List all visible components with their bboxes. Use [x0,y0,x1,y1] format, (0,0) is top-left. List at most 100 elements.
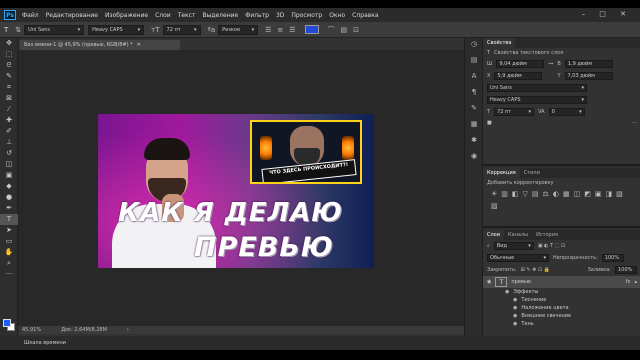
hand-tool-icon[interactable]: ✋ [0,247,18,258]
brush-panel-icon[interactable]: ✎ [465,102,483,114]
antialias-select[interactable]: Резкое ▾ [218,24,259,35]
font-size-select[interactable]: 72 пт ▾ [162,24,201,35]
libraries-panel-icon[interactable]: ◉ [465,150,483,162]
chevron-right-icon[interactable]: › [127,327,129,333]
eye-icon[interactable]: ◉ [513,297,517,303]
color-balance-icon[interactable]: ⚖ [543,190,549,198]
exposure-icon[interactable]: ▽ [523,190,528,198]
paragraph-panel-icon[interactable]: ¶ [465,86,483,98]
lock-icons[interactable]: ⊞ ✎ ✥ ⊡ 🔒 [521,267,550,273]
frame-tool-icon[interactable]: ⊠ [0,93,18,104]
black-white-icon[interactable]: ◐ [553,190,559,198]
document-canvas[interactable]: ЧТО ЗДЕСЬ ПРОИСХОДИТ?! КАК Я ДЕЛАЮ ПРЕВЬ… [98,114,374,268]
pen-tool-icon[interactable]: ✒ [0,203,18,214]
effect-row-outer-glow[interactable]: ◉ Внешнее свечение [483,312,640,320]
brightness-icon[interactable]: ☀ [491,190,497,198]
effect-row-color-overlay[interactable]: ◉ Наложение цвета [483,304,640,312]
blend-mode-select[interactable]: Обычные ▾ [487,254,549,262]
crop-tool-icon[interactable]: ⌗ [0,82,18,93]
selective-color-icon[interactable]: ▨ [491,202,498,210]
curves-icon[interactable]: ◧ [512,190,519,198]
menu-window[interactable]: Окно [329,12,345,19]
effect-row-shadow[interactable]: ◉ Тень [483,320,640,328]
menu-view[interactable]: Просмотр [291,12,322,19]
brush-tool-icon[interactable]: ✐ [0,126,18,137]
fx-badge[interactable]: fx [626,279,631,285]
properties-panel-icon[interactable]: ▤ [465,54,483,66]
window-controls[interactable]: – □ ✕ [582,10,632,18]
quick-select-tool-icon[interactable]: ✎ [0,71,18,82]
foreground-color-swatch[interactable] [3,319,11,327]
filter-icons[interactable]: ▣ ◐ T ⬚ ⊡ [538,243,565,249]
swatches-panel-icon[interactable]: ▦ [465,118,483,130]
type-tool-icon[interactable]: T [0,214,18,225]
eye-icon[interactable]: ◉ [513,305,517,311]
menu-image[interactable]: Изображение [105,12,148,19]
menu-edit[interactable]: Редактирование [46,12,98,19]
align-left-icon[interactable]: ☰ [265,26,271,34]
threshold-icon[interactable]: ◨ [605,190,612,198]
path-select-tool-icon[interactable]: ➤ [0,225,18,236]
align-center-icon[interactable]: ≡ [277,26,283,34]
levels-icon[interactable]: ▥ [501,190,508,198]
3d-icon[interactable]: ⊡ [353,26,359,34]
tab-adjustments[interactable]: Коррекция [483,168,520,178]
tab-styles[interactable]: Стили [520,170,544,176]
height-field[interactable]: 1,9 дюйм [564,60,613,68]
character-panel-icon[interactable]: ▤ [341,26,348,34]
invert-icon[interactable]: ◩ [584,190,591,198]
close-icon[interactable]: ✕ [137,42,141,48]
channel-mixer-icon[interactable]: ◫ [574,190,581,198]
tab-channels[interactable]: Каналы [504,232,532,238]
menu-filter[interactable]: Фильтр [245,12,269,19]
text-color-swatch[interactable] [304,25,319,34]
menu-file[interactable]: Файл [22,12,39,19]
eye-icon[interactable]: ◉ [487,279,491,285]
eraser-tool-icon[interactable]: ◫ [0,159,18,170]
warp-text-icon[interactable]: ⌒ [328,25,335,35]
move-tool-icon[interactable]: ✥ [0,38,18,49]
menu-help[interactable]: Справка [352,12,378,19]
x-field[interactable]: 5,9 дюйм [494,72,543,80]
layer-filter-select[interactable]: Вид ▾ [493,242,534,250]
marquee-tool-icon[interactable]: ⬚ [0,49,18,60]
chevron-up-icon[interactable]: ▴ [634,279,637,285]
text-tool-icon[interactable]: T [4,26,8,34]
eyedropper-tool-icon[interactable]: ⁄ [0,104,18,115]
menu-layers[interactable]: Слои [155,12,171,19]
zoom-tool-icon[interactable]: ⌕ [0,258,18,269]
align-right-icon[interactable]: ☰ [289,26,295,34]
fill-field[interactable]: 100% [615,266,637,274]
effect-row-emboss[interactable]: ◉ Тиснение [483,296,640,304]
menu-select[interactable]: Выделение [202,12,238,19]
zoom-level[interactable]: 45,91% [22,327,41,333]
timeline-label[interactable]: Шкала времени [24,340,66,346]
eye-icon[interactable]: ◉ [505,289,509,295]
lasso-tool-icon[interactable]: ᘓ [0,60,18,71]
more-tools-icon[interactable]: ··· [0,269,18,280]
properties-font-style-select[interactable]: Heavy CAPS ▾ [487,96,587,104]
blur-tool-icon[interactable]: ◆ [0,181,18,192]
font-family-select[interactable]: Uni Sans ▾ [24,24,85,35]
vibrance-icon[interactable]: ▤ [532,190,539,198]
menu-text[interactable]: Текст [178,12,196,19]
tracking-field[interactable]: 0 ▾ [548,108,585,116]
glyphs-panel-icon[interactable]: ✱ [465,134,483,146]
layer-effects-row[interactable]: ◉ Эффекты [483,288,640,296]
opacity-field[interactable]: 100% [601,254,624,262]
width-field[interactable]: 9,04 дюйм [496,60,545,68]
gradient-tool-icon[interactable]: ▣ [0,170,18,181]
posterize-icon[interactable]: ▣ [595,190,602,198]
gradient-map-icon[interactable]: ▧ [616,190,623,198]
eye-icon[interactable]: ◉ [513,313,517,319]
layer-row-text[interactable]: ◉ T превью fx ▴ [483,276,640,288]
character-panel-icon[interactable]: A [465,70,483,82]
tab-properties[interactable]: Свойства [483,38,516,48]
photo-filter-icon[interactable]: ▦ [563,190,570,198]
more-options-icon[interactable]: ··· [632,120,637,126]
dodge-tool-icon[interactable]: ● [0,192,18,203]
layer-name[interactable]: превью [511,279,531,285]
properties-font-family-select[interactable]: Uni Sans ▾ [487,84,587,92]
eye-icon[interactable]: ◉ [513,321,517,327]
history-panel-icon[interactable]: ◷ [465,38,483,50]
